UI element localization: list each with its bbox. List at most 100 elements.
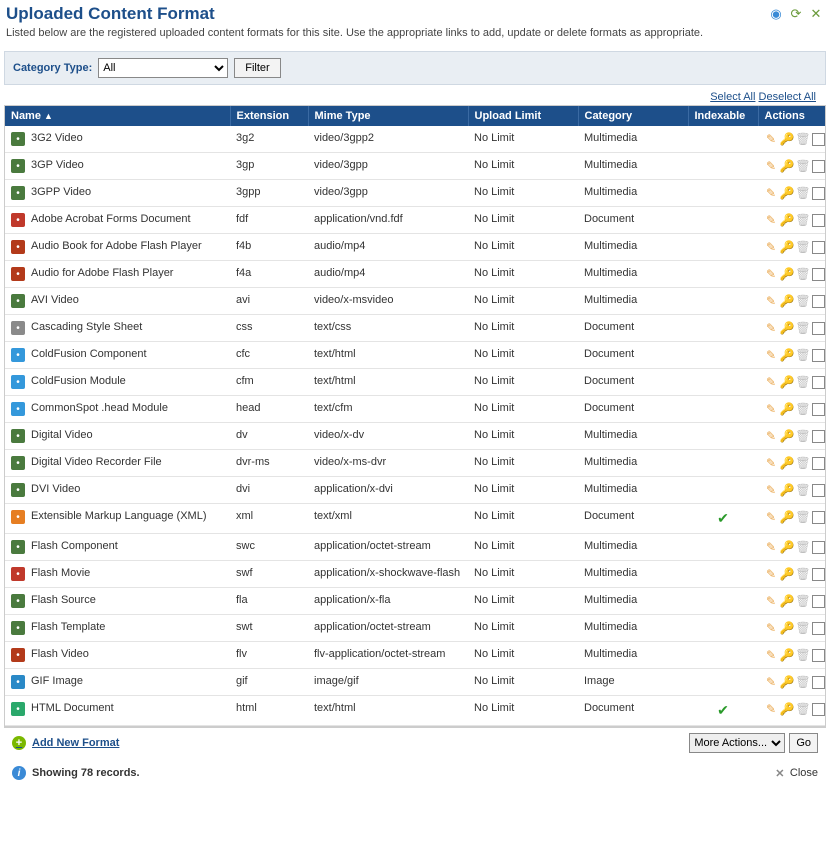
edit-icon[interactable]: ✎ bbox=[764, 429, 778, 443]
key-icon[interactable]: 🔑 bbox=[780, 213, 794, 227]
delete-icon[interactable]: 🗑 bbox=[796, 240, 810, 254]
col-actions[interactable]: Actions bbox=[758, 106, 825, 126]
edit-icon[interactable]: ✎ bbox=[764, 510, 778, 524]
edit-icon[interactable]: ✎ bbox=[764, 675, 778, 689]
key-icon[interactable]: 🔑 bbox=[780, 186, 794, 200]
delete-icon[interactable]: 🗑 bbox=[796, 429, 810, 443]
row-checkbox[interactable] bbox=[812, 484, 825, 497]
delete-icon[interactable]: 🗑 bbox=[796, 540, 810, 554]
key-icon[interactable]: 🔑 bbox=[780, 540, 794, 554]
delete-icon[interactable]: 🗑 bbox=[796, 267, 810, 281]
delete-icon[interactable]: 🗑 bbox=[796, 567, 810, 581]
edit-icon[interactable]: ✎ bbox=[764, 132, 778, 146]
row-checkbox[interactable] bbox=[812, 403, 825, 416]
row-checkbox[interactable] bbox=[812, 430, 825, 443]
refresh-icon[interactable]: ⟳ bbox=[788, 6, 804, 22]
row-checkbox[interactable] bbox=[812, 568, 825, 581]
key-icon[interactable]: 🔑 bbox=[780, 456, 794, 470]
key-icon[interactable]: 🔑 bbox=[780, 294, 794, 308]
deselect-all-link[interactable]: Deselect All bbox=[759, 91, 816, 103]
select-all-link[interactable]: Select All bbox=[710, 91, 755, 103]
row-checkbox[interactable] bbox=[812, 349, 825, 362]
row-checkbox[interactable] bbox=[812, 676, 825, 689]
delete-icon[interactable]: 🗑 bbox=[796, 594, 810, 608]
delete-icon[interactable]: 🗑 bbox=[796, 675, 810, 689]
help-icon[interactable]: ◉ bbox=[768, 6, 784, 22]
key-icon[interactable]: 🔑 bbox=[780, 321, 794, 335]
edit-icon[interactable]: ✎ bbox=[764, 321, 778, 335]
key-icon[interactable]: 🔑 bbox=[780, 510, 794, 524]
row-checkbox[interactable] bbox=[812, 703, 825, 716]
row-checkbox[interactable] bbox=[812, 160, 825, 173]
delete-icon[interactable]: 🗑 bbox=[796, 621, 810, 635]
add-new-format-link[interactable]: + Add New Format bbox=[12, 736, 119, 750]
edit-icon[interactable]: ✎ bbox=[764, 294, 778, 308]
key-icon[interactable]: 🔑 bbox=[780, 702, 794, 716]
edit-icon[interactable]: ✎ bbox=[764, 402, 778, 416]
edit-icon[interactable]: ✎ bbox=[764, 186, 778, 200]
key-icon[interactable]: 🔑 bbox=[780, 621, 794, 635]
delete-icon[interactable]: 🗑 bbox=[796, 402, 810, 416]
col-category[interactable]: Category bbox=[578, 106, 688, 126]
delete-icon[interactable]: 🗑 bbox=[796, 483, 810, 497]
delete-icon[interactable]: 🗑 bbox=[796, 375, 810, 389]
key-icon[interactable]: 🔑 bbox=[780, 429, 794, 443]
more-actions-select[interactable]: More Actions... bbox=[689, 733, 785, 753]
filter-button[interactable]: Filter bbox=[234, 58, 280, 78]
edit-icon[interactable]: ✎ bbox=[764, 483, 778, 497]
edit-icon[interactable]: ✎ bbox=[764, 456, 778, 470]
key-icon[interactable]: 🔑 bbox=[780, 402, 794, 416]
row-checkbox[interactable] bbox=[812, 322, 825, 335]
delete-icon[interactable]: 🗑 bbox=[796, 348, 810, 362]
key-icon[interactable]: 🔑 bbox=[780, 483, 794, 497]
delete-icon[interactable]: 🗑 bbox=[796, 510, 810, 524]
key-icon[interactable]: 🔑 bbox=[780, 675, 794, 689]
row-checkbox[interactable] bbox=[812, 376, 825, 389]
category-type-select[interactable]: All bbox=[98, 58, 228, 78]
go-button[interactable]: Go bbox=[789, 733, 818, 753]
delete-icon[interactable]: 🗑 bbox=[796, 132, 810, 146]
key-icon[interactable]: 🔑 bbox=[780, 240, 794, 254]
row-checkbox[interactable] bbox=[812, 187, 825, 200]
key-icon[interactable]: 🔑 bbox=[780, 648, 794, 662]
close-link[interactable]: ✕ Close bbox=[774, 767, 818, 779]
close-icon[interactable]: ✕ bbox=[808, 6, 824, 22]
row-checkbox[interactable] bbox=[812, 133, 825, 146]
edit-icon[interactable]: ✎ bbox=[764, 213, 778, 227]
edit-icon[interactable]: ✎ bbox=[764, 594, 778, 608]
delete-icon[interactable]: 🗑 bbox=[796, 702, 810, 716]
delete-icon[interactable]: 🗑 bbox=[796, 648, 810, 662]
edit-icon[interactable]: ✎ bbox=[764, 540, 778, 554]
key-icon[interactable]: 🔑 bbox=[780, 348, 794, 362]
row-checkbox[interactable] bbox=[812, 241, 825, 254]
col-limit[interactable]: Upload Limit bbox=[468, 106, 578, 126]
key-icon[interactable]: 🔑 bbox=[780, 159, 794, 173]
edit-icon[interactable]: ✎ bbox=[764, 267, 778, 281]
delete-icon[interactable]: 🗑 bbox=[796, 213, 810, 227]
col-name[interactable]: Name▲ bbox=[5, 106, 230, 126]
col-indexable[interactable]: Indexable bbox=[688, 106, 758, 126]
key-icon[interactable]: 🔑 bbox=[780, 375, 794, 389]
delete-icon[interactable]: 🗑 bbox=[796, 186, 810, 200]
row-checkbox[interactable] bbox=[812, 214, 825, 227]
row-checkbox[interactable] bbox=[812, 622, 825, 635]
row-checkbox[interactable] bbox=[812, 295, 825, 308]
edit-icon[interactable]: ✎ bbox=[764, 159, 778, 173]
edit-icon[interactable]: ✎ bbox=[764, 702, 778, 716]
key-icon[interactable]: 🔑 bbox=[780, 267, 794, 281]
row-checkbox[interactable] bbox=[812, 268, 825, 281]
col-mime[interactable]: Mime Type bbox=[308, 106, 468, 126]
key-icon[interactable]: 🔑 bbox=[780, 594, 794, 608]
key-icon[interactable]: 🔑 bbox=[780, 132, 794, 146]
row-checkbox[interactable] bbox=[812, 541, 825, 554]
row-checkbox[interactable] bbox=[812, 649, 825, 662]
delete-icon[interactable]: 🗑 bbox=[796, 294, 810, 308]
edit-icon[interactable]: ✎ bbox=[764, 375, 778, 389]
delete-icon[interactable]: 🗑 bbox=[796, 321, 810, 335]
edit-icon[interactable]: ✎ bbox=[764, 621, 778, 635]
edit-icon[interactable]: ✎ bbox=[764, 567, 778, 581]
key-icon[interactable]: 🔑 bbox=[780, 567, 794, 581]
delete-icon[interactable]: 🗑 bbox=[796, 456, 810, 470]
row-checkbox[interactable] bbox=[812, 457, 825, 470]
row-checkbox[interactable] bbox=[812, 595, 825, 608]
